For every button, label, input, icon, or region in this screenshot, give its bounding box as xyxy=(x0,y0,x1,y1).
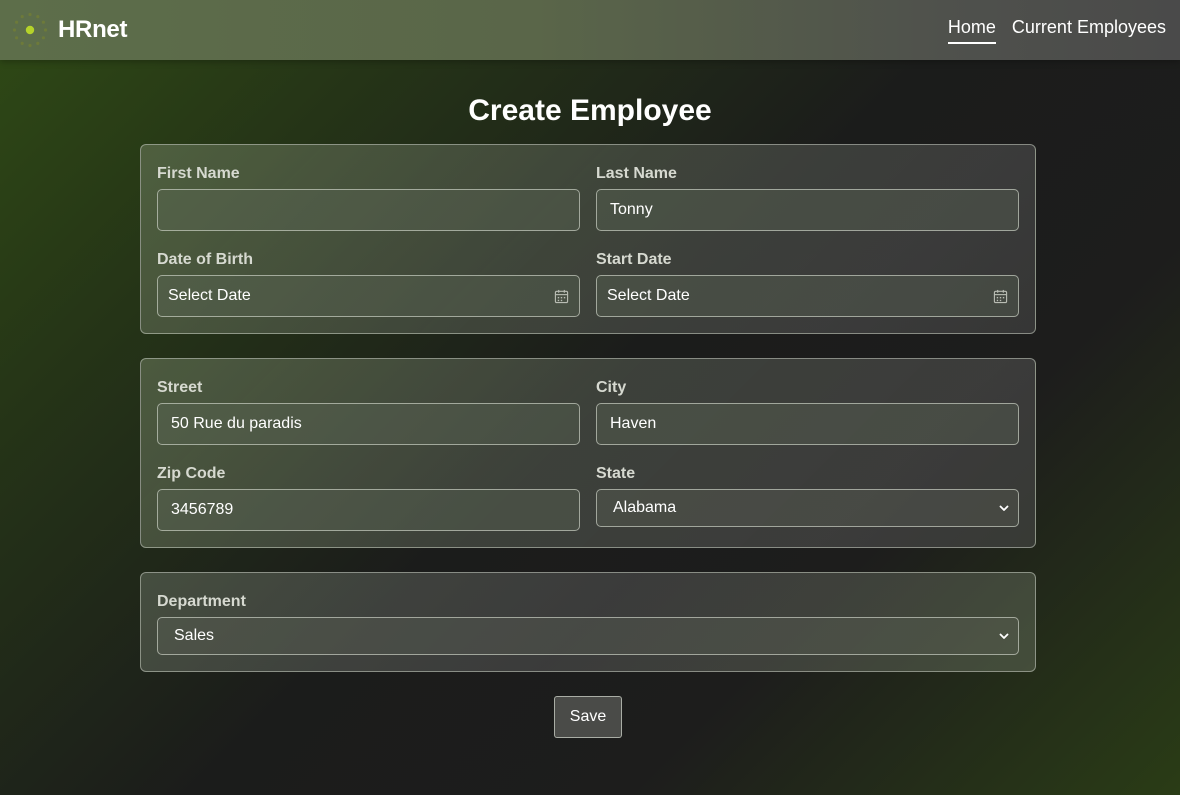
last-name-field: Last Name xyxy=(596,165,1019,253)
department-selected-value: Sales xyxy=(174,627,215,644)
nav-home-link[interactable]: Home xyxy=(947,17,996,44)
date-of-birth-field: Date of Birth Select Date xyxy=(157,251,580,339)
calendar-icon[interactable] xyxy=(554,289,569,304)
start-date-placeholder: Select Date xyxy=(607,287,690,304)
city-label: City xyxy=(596,379,627,396)
first-name-label: First Name xyxy=(157,165,240,182)
state-selected-value: Alabama xyxy=(613,499,677,516)
last-name-label: Last Name xyxy=(596,165,677,182)
last-name-input[interactable] xyxy=(596,189,1019,231)
start-date-label: Start Date xyxy=(596,251,672,268)
date-of-birth-input[interactable]: Select Date xyxy=(157,275,580,317)
first-name-field: First Name xyxy=(157,165,580,253)
department-fieldset: Department Sales xyxy=(140,572,1036,672)
app-header: HRnet Home Current Employees xyxy=(0,0,1180,60)
nav-current-employees-link[interactable]: Current Employees xyxy=(1012,17,1166,44)
city-input[interactable] xyxy=(596,403,1019,445)
chevron-down-icon xyxy=(999,633,1009,639)
chevron-down-icon xyxy=(999,505,1009,511)
main-nav: Home Current Employees xyxy=(947,17,1166,44)
zip-code-input[interactable] xyxy=(157,489,580,531)
street-label: Street xyxy=(157,379,203,396)
start-date-field: Start Date Select Date xyxy=(596,251,1019,339)
save-button[interactable]: Save xyxy=(554,696,622,738)
street-input[interactable] xyxy=(157,403,580,445)
address-fieldset: Street City Zip Code State Alabama xyxy=(140,358,1036,548)
date-of-birth-placeholder: Select Date xyxy=(168,287,251,304)
brand[interactable]: HRnet xyxy=(12,12,127,48)
state-label: State xyxy=(596,465,636,482)
start-date-input[interactable]: Select Date xyxy=(596,275,1019,317)
first-name-input[interactable] xyxy=(157,189,580,231)
calendar-icon[interactable] xyxy=(993,289,1008,304)
street-field: Street xyxy=(157,379,580,467)
spinner-dots-icon xyxy=(12,12,48,48)
state-select[interactable]: Alabama xyxy=(596,489,1019,527)
city-field: City xyxy=(596,379,1019,467)
zip-code-label: Zip Code xyxy=(157,465,226,482)
department-label: Department xyxy=(157,593,246,610)
department-field: Department Sales xyxy=(157,593,1019,677)
department-select[interactable]: Sales xyxy=(157,617,1019,655)
zip-code-field: Zip Code xyxy=(157,465,580,553)
identity-fieldset: First Name Last Name Date of Birth Selec… xyxy=(140,144,1036,334)
date-of-birth-label: Date of Birth xyxy=(157,251,253,268)
brand-name: HRnet xyxy=(58,16,128,43)
page-title: Create Employee xyxy=(468,94,712,127)
state-field: State Alabama xyxy=(596,465,1019,553)
